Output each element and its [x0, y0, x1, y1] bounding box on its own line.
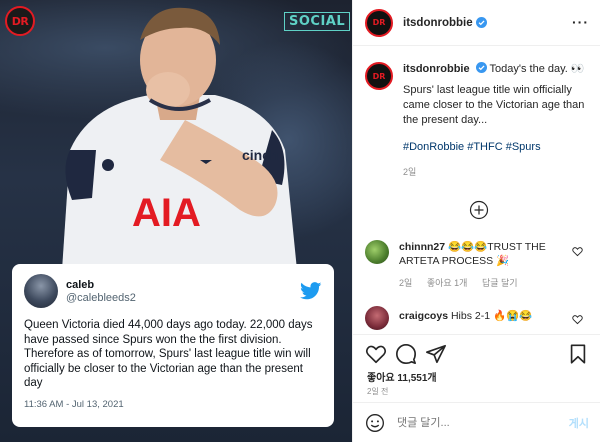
comment-input[interactable]	[397, 416, 569, 429]
sleeve-sponsor: cinch	[242, 147, 279, 163]
comment-like-heart-icon[interactable]	[572, 246, 583, 257]
post-caption: DR itsdonrobbie Today's the day. 👀 Spurs…	[365, 62, 593, 178]
tweet-header: caleb @calebleeds2	[24, 274, 322, 308]
comment-text: craigcoys Hibs 2-1 🔥😭😂	[399, 309, 569, 323]
comment-body: Hibs 2-1 🔥😭😂	[450, 310, 533, 322]
header-username[interactable]: itsdonrobbie	[403, 17, 473, 29]
caption-text: Spurs' last league title win officially …	[403, 84, 585, 126]
post-image[interactable]: AIA cinch DR SOCIAL caleb @calebleeds2 Q…	[0, 0, 352, 442]
watermark-logo: DR	[5, 6, 35, 36]
caption-hashtags[interactable]: #DonRobbie #THFC #Spurs	[403, 140, 589, 155]
comment-bubble-icon[interactable]	[395, 343, 417, 365]
comment-meta: 2일 좋아요 1개 답글 달기	[399, 276, 569, 289]
verified-badge-icon	[475, 62, 487, 73]
tweet-author: caleb @calebleeds2	[66, 279, 300, 304]
instagram-post: AIA cinch DR SOCIAL caleb @calebleeds2 Q…	[0, 0, 600, 442]
post-header: DR itsdonrobbie ···	[353, 0, 600, 46]
emoji-smiley-icon[interactable]	[365, 413, 385, 433]
avatar[interactable]: DR	[365, 8, 393, 37]
load-more-comments-icon[interactable]	[469, 200, 489, 220]
save-bookmark-icon[interactable]	[567, 343, 589, 365]
tweet-card: caleb @calebleeds2 Queen Victoria died 4…	[12, 264, 334, 427]
caption-headline-text: Today's the day. 👀	[489, 63, 585, 75]
like-count[interactable]: 좋아요 11,551개	[367, 369, 437, 384]
caption-headline: itsdonrobbie Today's the day. 👀	[403, 62, 589, 77]
comment-avatar[interactable]	[365, 306, 389, 330]
tweet-avatar	[24, 274, 58, 308]
comment-likes[interactable]: 좋아요 1개	[427, 278, 468, 288]
caption-username[interactable]: itsdonrobbie	[403, 63, 470, 75]
comment-item: craigcoys Hibs 2-1 🔥😭😂	[365, 306, 593, 330]
tweet-handle: @calebleeds2	[66, 291, 136, 304]
post-date: 2일 전	[367, 387, 389, 396]
tweet-timestamp: 11:36 AM - Jul 13, 2021	[24, 398, 124, 410]
more-options-icon[interactable]: ···	[572, 14, 589, 30]
reply-button[interactable]: 답글 달기	[482, 278, 518, 288]
comment-username[interactable]: chinnn27	[399, 241, 445, 253]
caption-time: 2일	[403, 167, 417, 177]
post-comment-button[interactable]: 게시	[569, 415, 589, 431]
add-comment-bar: 게시	[353, 402, 600, 442]
post-actions: 좋아요 11,551개 2일 전	[353, 334, 600, 398]
twitter-bird-icon	[300, 282, 322, 300]
verified-badge-icon	[475, 17, 487, 28]
caption-avatar[interactable]: DR	[365, 62, 393, 90]
comment-like-heart-icon[interactable]	[572, 314, 583, 325]
share-paper-plane-icon[interactable]	[425, 343, 447, 365]
like-heart-icon[interactable]	[365, 343, 387, 365]
jersey-sponsor: AIA	[132, 191, 201, 235]
player-illustration: AIA cinch	[60, 7, 300, 300]
comment-text: chinnn27 😂😂😂TRUST THE ARTETA PROCESS 🎉	[399, 240, 569, 268]
tweet-text: Queen Victoria died 44,000 days ago toda…	[24, 319, 313, 389]
comment-time: 2일	[399, 278, 413, 288]
post-sidebar: DR itsdonrobbie ··· DR itsdonrobbie Toda…	[352, 0, 600, 442]
comment-username[interactable]: craigcoys	[399, 310, 448, 322]
comment-item: chinnn27 😂😂😂TRUST THE ARTETA PROCESS 🎉 2…	[365, 240, 593, 289]
tweet-name: caleb	[66, 278, 95, 291]
social-tag: SOCIAL	[284, 12, 351, 31]
comment-avatar[interactable]	[365, 240, 389, 264]
